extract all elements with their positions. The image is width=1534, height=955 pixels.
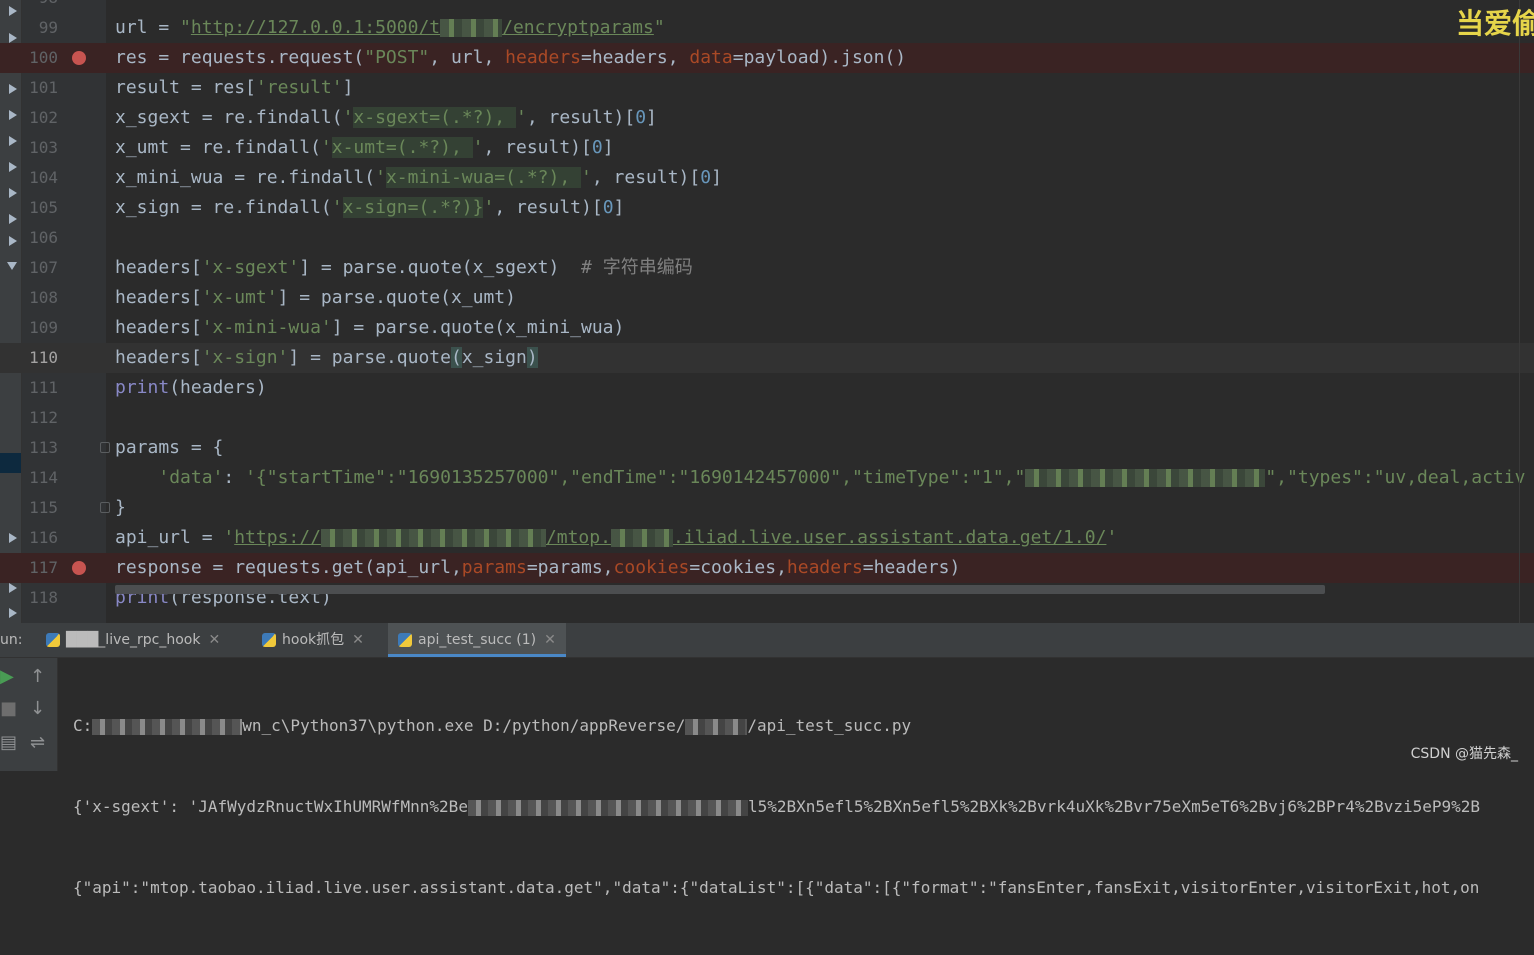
- code-line[interactable]: 112: [0, 403, 1534, 433]
- code-text: res = requests.request("POST", url, head…: [115, 47, 907, 68]
- line-number: 103: [29, 138, 58, 157]
- code-text: api_url = 'https:///mtop. .iliad.live.use…: [115, 527, 1118, 548]
- code-line[interactable]: 114 'data': '{"startTime":"1690135257000…: [0, 463, 1534, 493]
- code-line-breakpoint[interactable]: 117 response = requests.get(api_url,para…: [0, 553, 1534, 583]
- code-text: result = res['result']: [115, 77, 354, 98]
- scroll-up-icon[interactable]: ↑: [30, 666, 45, 687]
- line-number: 112: [29, 408, 58, 427]
- code-line[interactable]: 115 }: [0, 493, 1534, 523]
- run-panel: un: ███_live_rpc_hook ✕ hook抓包 ✕ api_test_…: [0, 623, 1534, 897]
- code-text: x_sign = re.findall('x-sign=(.*?)}', res…: [115, 197, 625, 218]
- line-number: 106: [29, 228, 58, 247]
- line-number: 104: [29, 168, 58, 187]
- rerun-icon[interactable]: ▶: [0, 666, 14, 687]
- run-tab-label: api_test_succ (1): [418, 632, 537, 648]
- python-icon: [46, 633, 60, 647]
- layout-icon[interactable]: ▤: [0, 732, 17, 753]
- console-line: {"api":"mtop.taobao.iliad.live.user.assi…: [73, 878, 1480, 897]
- code-text: x_mini_wua = re.findall('x-mini-wua=(.*?…: [115, 167, 722, 188]
- vertical-scrollbar[interactable]: [1519, 0, 1534, 623]
- run-tab[interactable]: hook抓包 ✕: [262, 623, 372, 657]
- fold-marker-icon[interactable]: [100, 502, 110, 513]
- code-line[interactable]: 103 x_umt = re.findall('x-umt=(.*?), ', …: [0, 133, 1534, 163]
- code-editor[interactable]: 98 99 url = "http://127.0.0.1:5000/t/enc…: [0, 0, 1534, 623]
- code-text: url = "http://127.0.0.1:5000/t/encryptpa…: [115, 17, 665, 38]
- line-number: 114: [29, 468, 58, 487]
- code-line[interactable]: 101 result = res['result']: [0, 73, 1534, 103]
- code-line[interactable]: 109 headers['x-mini-wua'] = parse.quote(…: [0, 313, 1534, 343]
- code-text: headers['x-sgext'] = parse.quote(x_sgext…: [115, 257, 693, 278]
- code-text: response = requests.get(api_url,params=p…: [115, 557, 961, 578]
- close-icon[interactable]: ✕: [208, 632, 220, 648]
- line-number: 98: [22, 0, 58, 13]
- line-number: 115: [29, 498, 58, 517]
- breakpoint-icon[interactable]: [72, 561, 86, 575]
- run-tab-active[interactable]: api_test_succ (1) ✕: [388, 623, 566, 657]
- python-icon: [262, 633, 276, 647]
- code-text: print(headers): [115, 377, 267, 398]
- line-number: 100: [29, 48, 58, 67]
- run-tab-label: hook抓包: [282, 632, 345, 648]
- code-text: headers['x-umt'] = parse.quote(x_umt): [115, 287, 516, 308]
- code-line[interactable]: 107 headers['x-sgext'] = parse.quote(x_s…: [0, 253, 1534, 283]
- code-line[interactable]: 111 print(headers): [0, 373, 1534, 403]
- line-number: 108: [29, 288, 58, 307]
- code-line[interactable]: 108 headers['x-umt'] = parse.quote(x_umt…: [0, 283, 1534, 313]
- console-line: {'x-sgext': 'JAfWydzRnuctWxIhUMRWfMnn%2B…: [73, 797, 1481, 816]
- run-tab[interactable]: ███_live_rpc_hook ✕: [46, 623, 228, 657]
- code-line[interactable]: 98: [0, 0, 1534, 13]
- code-line[interactable]: 116 api_url = 'https:///mtop. .iliad.live…: [0, 523, 1534, 553]
- overlay-caption: 当爱偷: [1456, 7, 1534, 40]
- horizontal-scrollbar[interactable]: [115, 585, 1325, 594]
- line-number: 113: [29, 438, 58, 457]
- line-number: 117: [29, 558, 58, 577]
- line-number: 99: [38, 18, 58, 37]
- line-number: 107: [29, 258, 58, 277]
- line-number: 110: [29, 348, 58, 367]
- code-text: }: [115, 497, 126, 518]
- line-number: 118: [29, 588, 58, 607]
- breakpoint-icon[interactable]: [72, 51, 86, 65]
- code-text: 'data': '{"startTime":"1690135257000","e…: [158, 467, 1526, 488]
- fold-marker-icon[interactable]: [100, 442, 110, 453]
- line-number: 116: [29, 528, 58, 547]
- code-text: x_umt = re.findall('x-umt=(.*?), ', resu…: [115, 137, 614, 158]
- code-line-breakpoint[interactable]: 100 res = requests.request("POST", url, …: [0, 43, 1534, 73]
- line-number: 111: [29, 378, 58, 397]
- run-label: un:: [0, 632, 23, 648]
- run-tab-bar: un: ███_live_rpc_hook ✕ hook抓包 ✕ api_test_…: [0, 623, 1534, 658]
- code-line[interactable]: 106: [0, 223, 1534, 253]
- code-text: params = {: [115, 437, 224, 458]
- line-number: 101: [29, 78, 58, 97]
- run-tab-label: ███_live_rpc_hook: [66, 632, 201, 648]
- soft-wrap-icon[interactable]: ⇌: [30, 732, 45, 753]
- line-number: 102: [29, 108, 58, 127]
- code-line[interactable]: 105 x_sign = re.findall('x-sign=(.*?)}',…: [0, 193, 1534, 223]
- console-line: C: wn_c\Python37\python.exe D:/python/app…: [73, 716, 912, 735]
- code-text: headers['x-mini-wua'] = parse.quote(x_mi…: [115, 317, 625, 338]
- console-output[interactable]: C: wn_c\Python37\python.exe D:/python/app…: [73, 658, 1480, 955]
- code-text: x_sgext = re.findall('x-sgext=(.*?), ', …: [115, 107, 657, 128]
- stop-icon[interactable]: ■: [0, 698, 17, 719]
- code-line[interactable]: 104 x_mini_wua = re.findall('x-mini-wua=…: [0, 163, 1534, 193]
- close-icon[interactable]: ✕: [352, 632, 364, 648]
- code-line-current[interactable]: 110 headers['x-sign'] = parse.quote(x_si…: [0, 343, 1534, 373]
- line-number: 109: [29, 318, 58, 337]
- run-toolbar: ▶ ↑ ■ ↓ ▤ ⇌: [0, 658, 58, 771]
- code-text: headers['x-sign'] = parse.quote(x_sign): [115, 347, 538, 368]
- code-line[interactable]: 113 params = {: [0, 433, 1534, 463]
- line-number: 105: [29, 198, 58, 217]
- watermark: CSDN @猫先森_: [1410, 746, 1518, 762]
- code-line[interactable]: 99 url = "http://127.0.0.1:5000/t/encryp…: [0, 13, 1534, 43]
- python-icon: [398, 633, 412, 647]
- close-icon[interactable]: ✕: [544, 632, 556, 648]
- scroll-down-icon[interactable]: ↓: [30, 698, 45, 719]
- code-line[interactable]: 102 x_sgext = re.findall('x-sgext=(.*?),…: [0, 103, 1534, 133]
